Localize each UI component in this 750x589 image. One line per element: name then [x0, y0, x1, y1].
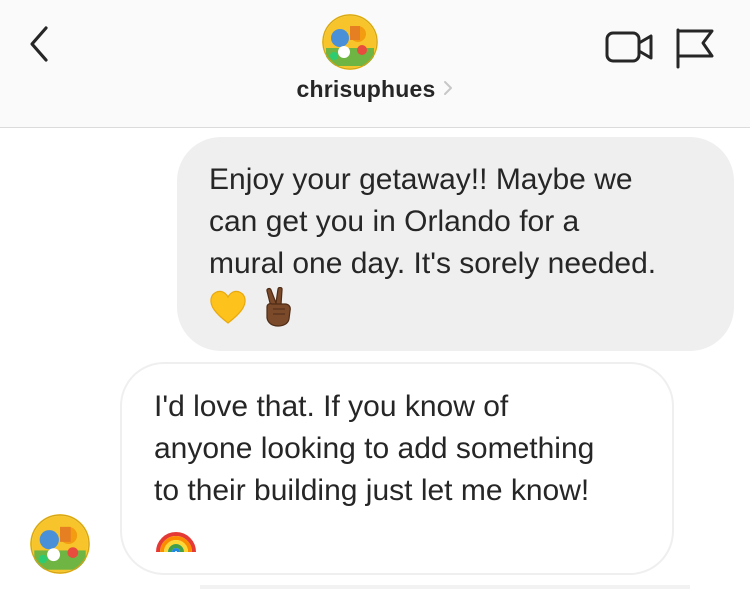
- yellow-heart-icon: [210, 290, 246, 324]
- avatar-image: [322, 14, 378, 70]
- message-line: anyone looking to add something: [154, 432, 595, 465]
- message-line: Enjoy your getaway!! Maybe we: [209, 163, 633, 196]
- username-link[interactable]: chrisuphues: [0, 76, 750, 104]
- profile-avatar[interactable]: [322, 14, 378, 70]
- video-call-button[interactable]: [604, 28, 656, 66]
- username: chrisuphues: [296, 76, 436, 102]
- chevron-left-icon: [30, 26, 48, 62]
- message-line: I'd love that. If you know of: [154, 390, 509, 423]
- message-line: to their building just let me know!: [154, 474, 590, 507]
- back-button[interactable]: [22, 22, 62, 66]
- sender-avatar[interactable]: [30, 514, 90, 574]
- received-message-bubble[interactable]: I'd love that. If you know of anyone loo…: [120, 362, 674, 575]
- sent-message-bubble[interactable]: Enjoy your getaway!! Maybe we can get yo…: [177, 137, 734, 351]
- emoji-row: [209, 285, 714, 329]
- message-line: can get you in Orlando for a: [209, 205, 580, 238]
- thread-header: chrisuphues: [0, 0, 750, 128]
- message-line: mural one day. It's sorely needed.: [209, 247, 657, 280]
- emoji-row: [154, 512, 652, 556]
- chevron-right-icon: [443, 75, 453, 102]
- video-camera-icon: [605, 31, 653, 63]
- victory-hand-icon: [266, 286, 292, 327]
- avatar-image: [30, 514, 90, 574]
- report-button[interactable]: [673, 26, 717, 70]
- rainbow-icon: [156, 532, 196, 553]
- flag-icon: [676, 28, 714, 69]
- direct-message-thread: chrisuphues Enjoy your getaway!! Maybe w…: [0, 0, 750, 589]
- next-message-edge: [200, 585, 690, 589]
